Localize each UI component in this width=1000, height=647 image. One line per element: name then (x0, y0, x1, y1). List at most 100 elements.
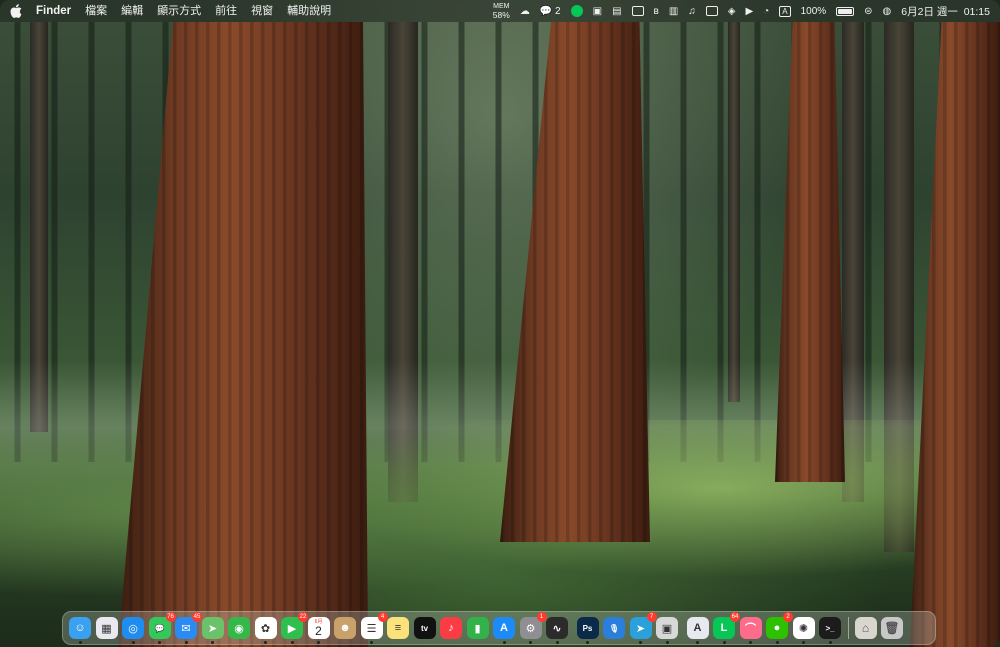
telegram-icon: ➤ (635, 622, 646, 635)
play-status-icon[interactable]: ▶ (745, 6, 753, 17)
facetime-icon: ▶ (287, 622, 297, 635)
running-indicator (749, 641, 752, 644)
layers-icon[interactable]: ◈ (728, 6, 736, 17)
dock-app-preview[interactable]: ▣ (656, 617, 678, 644)
timer-icon[interactable]: ◔ (763, 6, 769, 17)
dock-app-photos[interactable]: ✿ (254, 617, 277, 644)
clipboard-icon[interactable]: ▤ (612, 6, 621, 17)
activity-monitor-icon: ∿ (552, 622, 562, 635)
control-center-icon[interactable]: ⊜ (864, 6, 872, 17)
running-indicator (775, 641, 779, 644)
voice-memos-icon: 🎙 (608, 623, 620, 633)
dock-app-terminal[interactable]: >_ (819, 617, 841, 644)
numbers-icon: ▮ (474, 622, 481, 635)
running-indicator (696, 641, 699, 644)
menu-help[interactable]: 輔助說明 (287, 0, 331, 22)
trash-icon: 🗑 (884, 621, 900, 635)
dock-app-calendar[interactable]: 6月 2 (307, 617, 330, 644)
notes-icon: ≡ (394, 622, 402, 634)
dock-app-arc[interactable]: ⌒ (739, 617, 762, 644)
dock-app-telegram[interactable]: ➤ 7 (629, 612, 657, 644)
dock-app-adobe-creative-cloud[interactable]: A (686, 617, 709, 644)
terminal-icon: >_ (825, 623, 835, 633)
cloud-sync-icon[interactable]: ☁ (520, 6, 530, 17)
dock-app-mail[interactable]: ✉ 45 (175, 612, 202, 644)
wallpaper-tree (728, 22, 740, 402)
input-source-icon[interactable]: A (779, 5, 791, 17)
notification-badge: 4 (377, 612, 388, 622)
wechat-icon: 💬 (539, 5, 553, 17)
dock-app-tv[interactable]: tv (413, 617, 436, 639)
battery-icon[interactable] (836, 6, 855, 16)
menu-window[interactable]: 視窗 (251, 0, 273, 22)
running-indicator (828, 641, 832, 644)
battery-percent[interactable]: 100% (801, 6, 827, 17)
dock-app-system-settings[interactable]: ⚙ 1 (519, 612, 547, 644)
line-icon[interactable] (570, 5, 583, 17)
notification-badge: 76 (165, 612, 176, 622)
running-indicator (78, 641, 82, 644)
menu-view[interactable]: 顯示方式 (157, 0, 201, 22)
dock-app-activity-monitor[interactable]: ∿ (546, 617, 568, 644)
dock-app-launchpad[interactable]: ▦ (95, 617, 118, 639)
music-status-icon[interactable]: ♫ (688, 6, 696, 17)
menu-bar-right: MEM 58% ☁ 💬 2 ▣ ▤ ʙ ▥ ♫ ◈ ▶ ◔ A 100% ⊜ ◍… (485, 0, 1000, 22)
wechat-status[interactable]: 💬 2 (540, 6, 561, 17)
dock-app-maps[interactable]: ➤ (201, 617, 224, 644)
dock-app-contacts[interactable]: ☻ (334, 617, 356, 639)
dock-app-chatgpt[interactable]: ✺ (792, 617, 815, 644)
apple-menu-icon[interactable] (10, 4, 22, 18)
preview-icon: ▣ (661, 622, 673, 635)
dock-app-line[interactable]: L 64 (713, 612, 740, 644)
dock-trash[interactable]: 🗑 (881, 617, 903, 639)
running-indicator (586, 641, 589, 644)
running-indicator (502, 641, 506, 644)
dock-app-app-store[interactable]: A (493, 617, 515, 644)
dock-app-reminders[interactable]: ☰ 4 (360, 612, 388, 644)
dock: ☺ ▦ ◎ 💬 76 ✉ 45 ➤ ◉ ✿ ▶ 22 6月 2 ☻ ☰ 4 ≡ tv ♪ ▮ A ⚙ 1 ∿ Ps 🎙 ➤ 7 ▣ A L 64… (62, 611, 936, 645)
mail-icon: ✉ (181, 622, 191, 635)
menu-app-name[interactable]: Finder (36, 0, 71, 22)
bluetooth-icon[interactable]: ʙ (654, 6, 659, 17)
dock-app-messages[interactable]: 💬 76 (148, 612, 176, 644)
menu-file[interactable]: 檔案 (85, 0, 107, 22)
running-indicator (131, 641, 135, 644)
dock-app-wechat[interactable]: ● 2 (766, 612, 793, 644)
dock-app-notes[interactable]: ≡ (387, 617, 409, 639)
photos-icon: ✿ (260, 622, 271, 635)
dock-downloads[interactable]: ⌂ (854, 617, 877, 639)
menu-go[interactable]: 前往 (215, 0, 237, 22)
calendar-status-icon[interactable]: ▥ (669, 6, 678, 17)
menu-clock[interactable]: 6月2日 週一 01:15 (901, 4, 990, 19)
running-indicator (290, 641, 294, 644)
running-indicator (665, 641, 669, 644)
dock-app-safari[interactable]: ◎ (122, 617, 144, 644)
running-indicator (158, 641, 161, 644)
tv-icon: tv (420, 623, 429, 633)
display-icon[interactable] (631, 6, 644, 16)
desktop-wallpaper (0, 0, 1000, 647)
dock-app-photoshop[interactable]: Ps (576, 617, 599, 644)
photos-status-icon[interactable]: ▣ (593, 6, 602, 17)
maps-icon: ➤ (207, 622, 218, 635)
siri-icon[interactable]: ◍ (883, 6, 892, 17)
menu-edit[interactable]: 編輯 (121, 0, 143, 22)
notification-badge: 22 (298, 612, 308, 622)
running-indicator (370, 641, 373, 644)
dock-app-finder[interactable]: ☺ (69, 617, 91, 644)
dock-app-facetime[interactable]: ▶ 22 (281, 612, 308, 644)
adobe-creative-cloud-icon: A (693, 622, 702, 634)
dock-app-find-my[interactable]: ◉ (228, 617, 250, 639)
dock-app-voice-memos[interactable]: 🎙 (603, 617, 625, 639)
memory-status[interactable]: MEM 58% (493, 3, 510, 20)
notification-badge: 7 (646, 612, 657, 622)
notification-badge: 64 (730, 612, 740, 622)
desktop: Finder 檔案 編輯 顯示方式 前往 視窗 輔助說明 MEM 58% ☁ 💬… (0, 0, 1000, 647)
notification-badge: 1 (536, 612, 547, 622)
screen-capture-icon[interactable] (705, 6, 718, 16)
dock-app-numbers[interactable]: ▮ (466, 617, 489, 639)
dock-app-music[interactable]: ♪ (440, 617, 462, 639)
arc-icon: ⌒ (745, 623, 756, 635)
running-indicator (529, 641, 532, 644)
running-indicator (555, 641, 559, 644)
